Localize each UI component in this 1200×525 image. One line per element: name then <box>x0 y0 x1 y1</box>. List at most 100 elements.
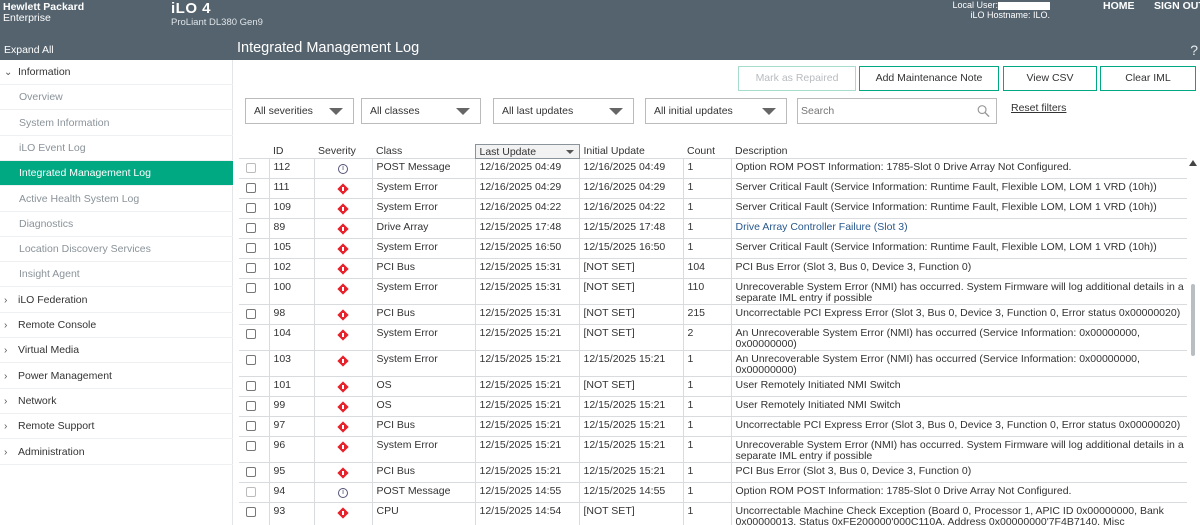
table-row[interactable]: 99 OS 12/15/2025 15:21 12/15/2025 15:21 1 Use… <box>239 396 1187 417</box>
table-row[interactable]: 104 System Error 12/15/2025 15:21 [NOT SET]… <box>239 324 1187 351</box>
sidebar-item-ilo-federation[interactable]: › iLO Federation <box>0 288 233 313</box>
title-band: Expand All Integrated Management Log ? <box>0 40 1200 60</box>
initial-update-filter-dropdown[interactable]: All initial updates <box>645 98 787 124</box>
mark-as-repaired-button[interactable]: Mark as Repaired <box>738 66 856 91</box>
view-csv-button[interactable]: View CSV <box>1003 66 1097 91</box>
sidebar-item-remote-console[interactable]: › Remote Console <box>0 313 233 338</box>
clear-iml-button[interactable]: Clear IML <box>1100 66 1196 91</box>
row-checkbox[interactable] <box>246 163 256 173</box>
cell-initial-update: 12/15/2025 15:21 <box>578 462 683 483</box>
row-checkbox[interactable] <box>246 381 256 391</box>
sidebar-item-integrated-management-log[interactable]: Integrated Management Log <box>0 161 233 187</box>
table-row[interactable]: 103 System Error 12/15/2025 15:21 12/15/202… <box>239 350 1187 377</box>
sidebar-item-virtual-media[interactable]: › Virtual Media <box>0 338 233 364</box>
table-row[interactable]: 95 PCI Bus 12/15/2025 15:21 12/15/2025 15:2… <box>239 462 1187 483</box>
table-row[interactable]: 100 System Error 12/15/2025 15:31 [NOT SET]… <box>239 278 1187 305</box>
header-class[interactable]: Class <box>372 145 475 159</box>
cell-count: 1 <box>682 158 731 179</box>
table-row[interactable]: 101 OS 12/15/2025 15:21 [NOT SET] 1 User Remo… <box>239 376 1187 397</box>
cell-severity <box>313 376 372 397</box>
header-last-update[interactable]: Last Update <box>474 144 580 159</box>
home-link[interactable]: HOME <box>1103 0 1135 12</box>
expand-all-link[interactable]: Expand All <box>4 44 54 56</box>
search-icon[interactable] <box>977 104 990 118</box>
row-checkbox[interactable] <box>246 401 256 411</box>
sidebar-item-administration[interactable]: › Administration <box>0 440 233 465</box>
page-title: Integrated Management Log <box>237 40 420 56</box>
sidebar-item-power-management[interactable]: › Power Management <box>0 364 233 389</box>
sidebar-item-overview[interactable]: Overview <box>0 85 233 111</box>
cell-last-update: 12/15/2025 15:31 <box>474 278 579 305</box>
row-checkbox[interactable] <box>246 243 256 253</box>
table-row[interactable]: 97 PCI Bus 12/15/2025 15:21 12/15/2025 15:2… <box>239 416 1187 437</box>
hpe-logo: Hewlett Packard Enterprise <box>3 2 84 24</box>
row-checkbox[interactable] <box>246 183 256 193</box>
row-checkbox[interactable] <box>246 487 256 497</box>
table-row[interactable]: 112 i POST Message 12/16/2025 04:49 12/16/20… <box>239 158 1187 179</box>
product-name: iLO 4 <box>171 0 212 17</box>
scroll-up-arrow-icon[interactable] <box>1189 160 1197 166</box>
table-row[interactable]: 105 System Error 12/15/2025 16:50 12/15/202… <box>239 238 1187 259</box>
header-severity[interactable]: Severity <box>314 145 372 159</box>
severity-filter-dropdown[interactable]: All severities <box>245 98 354 124</box>
row-checkbox[interactable] <box>246 355 256 365</box>
critical-icon <box>338 508 348 518</box>
cell-description: Uncorrectable Machine Check Exception (B… <box>730 502 1187 525</box>
row-checkbox[interactable] <box>246 309 256 319</box>
header-id[interactable]: ID <box>269 145 314 159</box>
cell-id: 103 <box>268 350 314 377</box>
table-row[interactable]: 94 i POST Message 12/15/2025 14:55 12/15/202… <box>239 482 1187 503</box>
sign-out-link[interactable]: SIGN OUT <box>1154 0 1200 12</box>
header-initial-update[interactable]: Initial Update <box>579 145 683 159</box>
brand-line-2: Enterprise <box>3 12 51 24</box>
row-checkbox[interactable] <box>246 467 256 477</box>
cell-description: Option ROM POST Information: 1785-Slot 0… <box>730 482 1187 503</box>
cell-id: 95 <box>268 462 314 483</box>
row-checkbox[interactable] <box>246 203 256 213</box>
sidebar-item-remote-support[interactable]: › Remote Support <box>0 414 233 440</box>
cell-id: 112 <box>268 158 314 179</box>
add-maintenance-note-button[interactable]: Add Maintenance Note <box>859 66 999 91</box>
header-description[interactable]: Description <box>731 145 1187 159</box>
row-checkbox[interactable] <box>246 263 256 273</box>
row-checkbox[interactable] <box>246 441 256 451</box>
row-checkbox[interactable] <box>246 223 256 233</box>
header-select <box>239 145 269 159</box>
cell-last-update: 12/15/2025 15:21 <box>474 324 579 351</box>
search-box[interactable] <box>797 98 997 124</box>
table-row[interactable]: 111 System Error 12/16/2025 04:29 12/16/202… <box>239 178 1187 199</box>
critical-icon <box>338 184 348 194</box>
table-row[interactable]: 89 Drive Array 12/15/2025 17:48 12/15/2025 … <box>239 218 1187 239</box>
row-checkbox[interactable] <box>246 421 256 431</box>
sidebar-item-label: Diagnostics <box>19 217 74 230</box>
table-row[interactable]: 93 CPU 12/15/2025 14:54 [NOT SET] 1 Uncorrect… <box>239 502 1187 525</box>
cell-description: Uncorrectable PCI Express Error (Slot 3,… <box>730 304 1187 325</box>
sidebar-item-information[interactable]: ⌄ Information <box>0 60 233 85</box>
sidebar-item-system-information[interactable]: System Information <box>0 111 233 136</box>
table-row[interactable]: 96 System Error 12/15/2025 15:21 12/15/2025… <box>239 436 1187 463</box>
scroll-thumb[interactable] <box>1191 284 1195 356</box>
cell-id: 96 <box>268 436 314 463</box>
cell-description[interactable]: Drive Array Controller Failure (Slot 3) <box>730 218 1187 239</box>
reset-filters-link[interactable]: Reset filters <box>1011 102 1066 114</box>
help-icon[interactable]: ? <box>1190 42 1198 58</box>
sidebar-item-diagnostics[interactable]: Diagnostics <box>0 212 233 237</box>
class-filter-dropdown[interactable]: All classes <box>361 98 481 124</box>
sidebar-item-network[interactable]: › Network <box>0 389 233 414</box>
row-checkbox[interactable] <box>246 329 256 339</box>
last-update-filter-dropdown[interactable]: All last updates <box>493 98 634 124</box>
table-row[interactable]: 98 PCI Bus 12/15/2025 15:31 [NOT SET] 215 Unc… <box>239 304 1187 325</box>
row-checkbox[interactable] <box>246 283 256 293</box>
sidebar-item-insight-agent[interactable]: Insight Agent <box>0 262 233 288</box>
sidebar-item-active-health-system-log[interactable]: Active Health System Log <box>0 187 233 212</box>
table-scrollbar[interactable] <box>1187 144 1199 525</box>
chevron-right-icon: › <box>4 421 8 433</box>
search-input[interactable] <box>801 100 971 122</box>
table-row[interactable]: 109 System Error 12/16/2025 04:22 12/16/202… <box>239 198 1187 219</box>
row-checkbox[interactable] <box>246 507 256 517</box>
cell-count: 2 <box>682 324 731 351</box>
sidebar-item-location-discovery-services[interactable]: Location Discovery Services <box>0 237 233 263</box>
header-count[interactable]: Count <box>683 145 731 159</box>
table-row[interactable]: 102 PCI Bus 12/15/2025 15:31 [NOT SET] 104 PC… <box>239 258 1187 279</box>
sidebar-item-ilo-event-log[interactable]: iLO Event Log <box>0 136 233 161</box>
